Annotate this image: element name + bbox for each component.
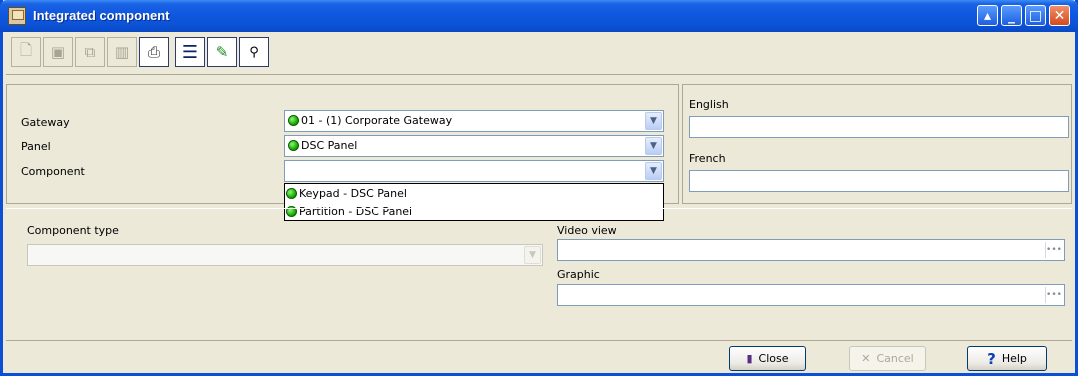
- save-button[interactable]: ▣: [43, 37, 73, 67]
- panel-select[interactable]: DSC Panel ▼: [284, 135, 664, 157]
- graphic-label: Graphic: [557, 268, 600, 281]
- minimize-button[interactable]: _: [1001, 5, 1022, 26]
- delete-icon: ▥: [114, 43, 130, 61]
- cancel-button-label: Cancel: [876, 352, 914, 365]
- component-select[interactable]: ▼: [284, 160, 664, 182]
- close-button-label: Close: [758, 352, 789, 365]
- cancel-button[interactable]: ✕ Cancel: [849, 346, 926, 371]
- help-button[interactable]: ? Help: [967, 346, 1047, 371]
- footer-divider: [6, 340, 1072, 341]
- list-button[interactable]: ☰: [175, 37, 205, 67]
- close-icon: ✕: [1053, 7, 1066, 24]
- title-bar[interactable]: Integrated component ▴ _ □ ✕: [0, 0, 1078, 32]
- search-button[interactable]: ⚲: [239, 37, 269, 67]
- cancel-icon: ✕: [861, 352, 871, 365]
- maximize-icon: □: [1028, 7, 1043, 24]
- french-field[interactable]: [689, 170, 1069, 192]
- gateway-label: Gateway: [21, 116, 70, 129]
- new-button[interactable]: 🗋: [11, 37, 41, 67]
- minimize-icon: _: [1008, 7, 1015, 24]
- print-button[interactable]: ⎙: [139, 37, 169, 67]
- video-view-field[interactable]: •••: [557, 239, 1065, 261]
- browse-video-view-button[interactable]: •••: [1045, 242, 1062, 258]
- component-option[interactable]: Keypad - DSC Panel: [286, 185, 407, 202]
- maximize-button[interactable]: □: [1025, 5, 1046, 26]
- app-icon: [8, 7, 26, 25]
- copy-icon: ⧉: [84, 43, 96, 61]
- status-online-icon: [288, 115, 299, 126]
- save-icon: ▣: [50, 43, 66, 61]
- component-option-label: Keypad - DSC Panel: [299, 187, 407, 200]
- help-icon: ?: [987, 349, 996, 368]
- panel-label: Panel: [21, 140, 51, 153]
- print-icon: ⎙: [147, 43, 160, 61]
- video-view-label: Video view: [557, 224, 617, 237]
- gateway-value: 01 - (1) Corporate Gateway: [301, 114, 453, 127]
- panel-value: DSC Panel: [301, 139, 358, 152]
- help-up-icon: ▴: [983, 7, 992, 24]
- close-button[interactable]: ▮ Close: [729, 346, 806, 371]
- gateway-select[interactable]: 01 - (1) Corporate Gateway ▼: [284, 110, 664, 132]
- help-context-button[interactable]: ▴: [977, 5, 998, 26]
- graphic-field[interactable]: •••: [557, 284, 1065, 306]
- new-icon: 🗋: [19, 40, 33, 59]
- close-window-button[interactable]: ✕: [1049, 5, 1070, 26]
- binoculars-icon: ⚲: [249, 44, 259, 60]
- english-label: English: [689, 98, 729, 111]
- copy-button[interactable]: ⧉: [75, 37, 105, 67]
- delete-button[interactable]: ▥: [107, 37, 137, 67]
- integrated-component-window: Integrated component ▴ _ □ ✕ 🗋 ▣ ⧉ ▥ ⎙ ☰…: [0, 0, 1078, 376]
- chevron-down-icon[interactable]: ▼: [524, 246, 541, 264]
- french-label: French: [689, 152, 726, 165]
- chevron-down-icon[interactable]: ▼: [645, 137, 662, 155]
- list-icon: ☰: [181, 41, 199, 63]
- component-type-select[interactable]: ▼: [27, 244, 543, 266]
- status-online-icon: [286, 188, 297, 199]
- toolbar-divider: [6, 74, 1072, 75]
- component-label: Component: [21, 165, 85, 178]
- help-button-label: Help: [1001, 352, 1027, 365]
- status-online-icon: [288, 140, 299, 151]
- window-title: Integrated component: [33, 8, 170, 23]
- properties-panel: [6, 208, 1072, 339]
- chevron-down-icon[interactable]: ▼: [645, 162, 662, 180]
- browse-graphic-button[interactable]: •••: [1045, 287, 1062, 303]
- door-icon: ▮: [746, 352, 753, 365]
- english-field[interactable]: [689, 116, 1069, 138]
- link-button[interactable]: ✎: [207, 37, 237, 67]
- link-icon: ✎: [215, 43, 229, 61]
- component-type-label: Component type: [27, 224, 119, 237]
- chevron-down-icon[interactable]: ▼: [645, 112, 662, 130]
